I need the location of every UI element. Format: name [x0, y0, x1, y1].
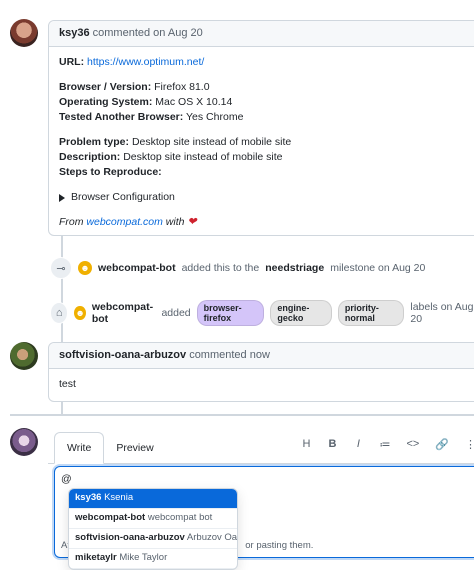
suggestion-name: webcompat bot — [147, 512, 213, 523]
from-line: From webcompat.com with ❤ — [59, 215, 474, 230]
tag-icon: ⌂ — [50, 302, 69, 324]
bold-icon[interactable]: B — [327, 438, 337, 451]
tested-value: Yes Chrome — [186, 111, 244, 123]
heart-icon: ❤ — [187, 216, 197, 228]
heading-icon[interactable]: H — [301, 438, 311, 451]
problem-value: Desktop site instead of mobile site — [131, 136, 292, 148]
avatar[interactable] — [10, 342, 38, 370]
comment-card: ksy36 commented on Aug 20 URL: https://w… — [48, 20, 474, 236]
suggestion-login: webcompat-bot — [75, 512, 146, 523]
milestone-icon: ⊸ — [50, 257, 72, 279]
bot-avatar-icon[interactable]: ☻ — [78, 261, 92, 275]
divider — [10, 414, 474, 416]
suggestion-name: Ksenia — [104, 492, 134, 503]
link-icon[interactable]: 🔗 — [435, 438, 449, 451]
avatar[interactable] — [10, 428, 38, 456]
details-summary: Browser Configuration — [71, 191, 175, 203]
comment-text: test — [59, 378, 76, 390]
event-actor[interactable]: webcompat-bot — [98, 262, 176, 274]
suggestion-login: softvision-oana-arbuzov — [75, 532, 185, 543]
hint-suffix: or pasting them. — [245, 540, 314, 551]
comment-body: test — [49, 369, 474, 400]
milestone-link[interactable]: needstriage — [265, 262, 324, 274]
suggestion-item[interactable]: ksy36 Ksenia — [69, 489, 237, 509]
from-prefix: From — [59, 216, 84, 228]
url-link[interactable]: https://www.optimum.net/ — [87, 56, 204, 68]
label-engine-gecko[interactable]: engine-gecko — [270, 300, 332, 326]
suggestion-item[interactable]: miketaylr Mike Taylor — [69, 549, 237, 569]
avatar[interactable] — [10, 19, 38, 47]
comment-body: URL: https://www.optimum.net/ Browser / … — [49, 47, 474, 238]
timeline-event-labels: ⌂ ☻ webcompat-bot added browser-firefox … — [50, 300, 474, 326]
comment-header: ksy36 commented on Aug 20 — [49, 21, 474, 47]
textarea-value: @ — [61, 473, 72, 485]
suggestion-name: Mike Taylor — [119, 552, 168, 563]
event-text: milestone on Aug 20 — [330, 262, 426, 274]
steps-label: Steps to Reproduce: — [59, 166, 162, 178]
comment-author[interactable]: softvision-oana-arbuzov — [59, 349, 186, 361]
suggestion-login: ksy36 — [75, 492, 102, 503]
url-label: URL: — [59, 56, 85, 68]
suggestion-login: miketaylr — [75, 552, 117, 563]
suggestion-name: Arbuzov Oana — [186, 532, 238, 543]
code-icon[interactable]: <> — [406, 438, 419, 451]
webcompat-link[interactable]: webcompat.com — [86, 216, 162, 228]
suggestion-item[interactable]: webcompat-bot webcompat bot — [69, 509, 237, 529]
label-priority-normal[interactable]: priority-normal — [337, 300, 405, 326]
editor-tabs: Write Preview H B I ≔ <> 🔗 ⋮ — [48, 428, 474, 464]
markdown-toolbar: H B I ≔ <> 🔗 ⋮ — [301, 438, 474, 451]
os-label: Operating System: — [59, 96, 153, 108]
browser-label: Browser / Version: — [59, 81, 152, 93]
browser-value: Firefox 81.0 — [154, 81, 210, 93]
description-value: Desktop site instead of mobile site — [123, 151, 283, 163]
comment-header: softvision-oana-arbuzov commented now — [49, 343, 474, 369]
problem-label: Problem type: — [59, 136, 130, 148]
comment-action: commented on Aug 20 — [92, 27, 203, 39]
details-toggle[interactable]: Browser Configuration — [59, 190, 474, 205]
tab-preview[interactable]: Preview — [104, 433, 165, 463]
tested-label: Tested Another Browser: — [59, 111, 184, 123]
bot-avatar-icon[interactable]: ☻ — [74, 306, 86, 320]
comment-action: commented now — [189, 349, 270, 361]
more-icon[interactable]: ⋮ — [465, 438, 474, 451]
mention-suggestions: ksy36 Ksenia webcompat-bot webcompat bot… — [68, 488, 238, 570]
label-browser-firefox[interactable]: browser-firefox — [196, 300, 265, 326]
tab-write[interactable]: Write — [54, 432, 105, 464]
event-text: added — [161, 307, 191, 319]
from-suffix: with — [165, 216, 185, 228]
comment-author[interactable]: ksy36 — [59, 27, 90, 39]
event-text: labels on Aug 20 — [410, 301, 474, 325]
italic-icon[interactable]: I — [353, 438, 363, 451]
disclosure-triangle-icon — [59, 193, 65, 202]
list-icon[interactable]: ≔ — [379, 438, 390, 451]
suggestion-item[interactable]: softvision-oana-arbuzov Arbuzov Oana — [69, 529, 237, 549]
event-actor[interactable]: webcompat-bot — [92, 301, 156, 325]
comment-card: softvision-oana-arbuzov commented now te… — [48, 342, 474, 402]
timeline-event-milestone: ⊸ ☻ webcompat-bot added this to the need… — [50, 257, 425, 279]
description-label: Description: — [59, 151, 121, 163]
os-value: Mac OS X 10.14 — [155, 96, 233, 108]
event-text: added this to the — [181, 262, 260, 274]
